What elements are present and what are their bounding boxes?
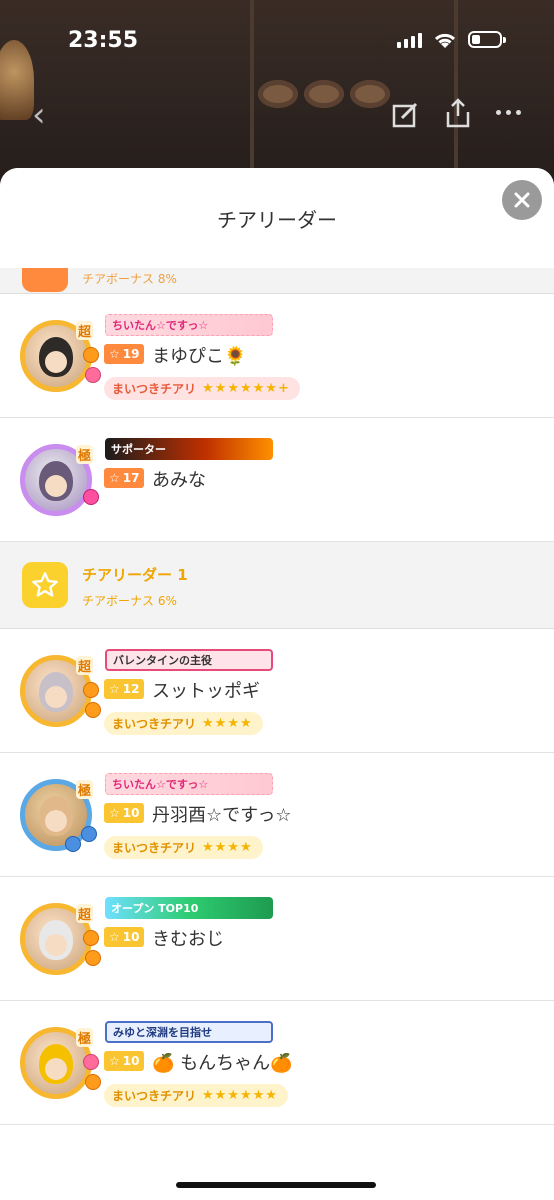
close-icon — [514, 192, 530, 208]
rank-badge: 超 — [75, 656, 93, 675]
star-icon: ☆ — [109, 471, 120, 485]
username: 丹羽酉☆ですっ☆ — [152, 805, 292, 826]
share-icon[interactable] — [444, 98, 472, 128]
close-button[interactable] — [502, 180, 542, 220]
status-bar: 23:55 — [0, 0, 554, 80]
list-item[interactable]: 超 オープン TOP10 ☆ 10 きむおじ — [0, 877, 554, 1001]
title-banner: サポーター — [105, 438, 273, 460]
list-item[interactable]: 極 ちいたん☆ですっ☆ ☆ 10 丹羽酉☆ですっ☆ まいつきチアリ ★★★★ — [0, 753, 554, 877]
level-badge: ☆ 10 — [104, 1051, 145, 1071]
avatar[interactable]: 極 — [20, 1027, 101, 1099]
star-icon — [22, 268, 68, 292]
level-badge: ☆ 10 — [104, 803, 145, 823]
stars-icon: ★★★★ — [202, 716, 253, 731]
username: スットッポギ — [152, 681, 260, 702]
sheet-header: チアリーダー — [0, 168, 554, 268]
monthly-cheer-chip: まいつきチアリ ★★★★ — [104, 712, 263, 735]
username: あみな — [152, 470, 206, 491]
level-badge: ☆ 10 — [104, 927, 145, 947]
rank-badge: 超 — [75, 321, 93, 340]
avatar[interactable]: 極 — [20, 779, 97, 852]
rank-badge: 極 — [75, 780, 93, 799]
stars-icon: ★★★★★★+ — [202, 381, 290, 396]
level-badge: ☆ 12 — [104, 679, 145, 699]
avatar[interactable]: 超 — [20, 903, 101, 975]
title-banner: バレンタインの主役 — [105, 649, 273, 671]
section-header: チアリーダー 1 チアボーナス 6% — [0, 542, 554, 629]
title-banner: ちいたん☆ですっ☆ — [105, 314, 273, 336]
username: きむおじ — [152, 929, 224, 950]
avatar[interactable]: 超 — [20, 320, 101, 392]
section-bonus: チアボーナス 6% — [82, 594, 177, 608]
star-icon: ☆ — [109, 347, 120, 361]
battery-icon — [468, 31, 506, 48]
list-item[interactable]: 極 みゆと深淵を目指せ ☆ 10 🍊 もんちゃん🍊 まいつきチアリ ★★★★★★ — [0, 1001, 554, 1125]
star-icon: ☆ — [109, 930, 120, 944]
level-badge: ☆ 19 — [104, 344, 145, 364]
status-time: 23:55 — [68, 28, 139, 53]
home-indicator[interactable] — [176, 1182, 376, 1188]
cheerleader-list[interactable]: チアボーナス 8% 超 ちいたん☆ですっ☆ ☆ 19 まゆぴこ🌻 まいつきチアリ … — [0, 268, 554, 1125]
list-item[interactable]: 超 ちいたん☆ですっ☆ ☆ 19 まゆぴこ🌻 まいつきチアリ ★★★★★★+ — [0, 294, 554, 418]
username: 🍊 もんちゃん🍊 — [152, 1053, 293, 1074]
star-icon: ☆ — [109, 1054, 120, 1068]
title-banner: みゆと深淵を目指せ — [105, 1021, 273, 1043]
rank-badge: 超 — [75, 904, 93, 923]
username: まゆぴこ🌻 — [152, 346, 247, 367]
avatar[interactable]: 超 — [20, 655, 101, 727]
edit-icon[interactable] — [392, 100, 420, 128]
monthly-cheer-chip: まいつきチアリ ★★★★★★ — [104, 1084, 288, 1107]
sheet-title: チアリーダー — [217, 208, 337, 232]
monthly-cheer-chip: まいつきチアリ ★★★★★★+ — [104, 377, 300, 400]
more-options-icon[interactable] — [496, 110, 521, 115]
list-item[interactable]: 超 バレンタインの主役 ☆ 12 スットッポギ まいつきチアリ ★★★★ — [0, 629, 554, 753]
level-badge: ☆ 17 — [104, 468, 145, 488]
title-banner: ちいたん☆ですっ☆ — [105, 773, 273, 795]
rank-badge: 極 — [75, 1028, 93, 1047]
avatar[interactable]: 極 — [20, 444, 99, 516]
title-banner: オープン TOP10 — [105, 897, 273, 919]
rank-badge: 極 — [75, 445, 93, 464]
stars-icon: ★★★★ — [202, 840, 253, 855]
section-header: チアボーナス 8% — [0, 268, 554, 294]
monthly-cheer-chip: まいつきチアリ ★★★★ — [104, 836, 263, 859]
stars-icon: ★★★★★★ — [202, 1088, 278, 1103]
section-name: チアリーダー 1 — [82, 566, 188, 584]
cheerleader-sheet: チアリーダー チアボーナス 8% 超 ちいたん☆ですっ☆ ☆19 まゆぴこ🌻 — [0, 168, 554, 1200]
cellular-signal-icon — [397, 33, 422, 48]
section-bonus: チアボーナス 8% — [82, 272, 177, 286]
star-icon: ☆ — [109, 682, 120, 696]
wifi-icon — [434, 33, 456, 48]
back-chevron-icon[interactable]: ‹ — [32, 98, 46, 132]
star-icon: ☆ — [109, 806, 120, 820]
star-icon — [22, 562, 68, 608]
list-item[interactable]: 極 サポーター ☆ 17 あみな — [0, 418, 554, 542]
